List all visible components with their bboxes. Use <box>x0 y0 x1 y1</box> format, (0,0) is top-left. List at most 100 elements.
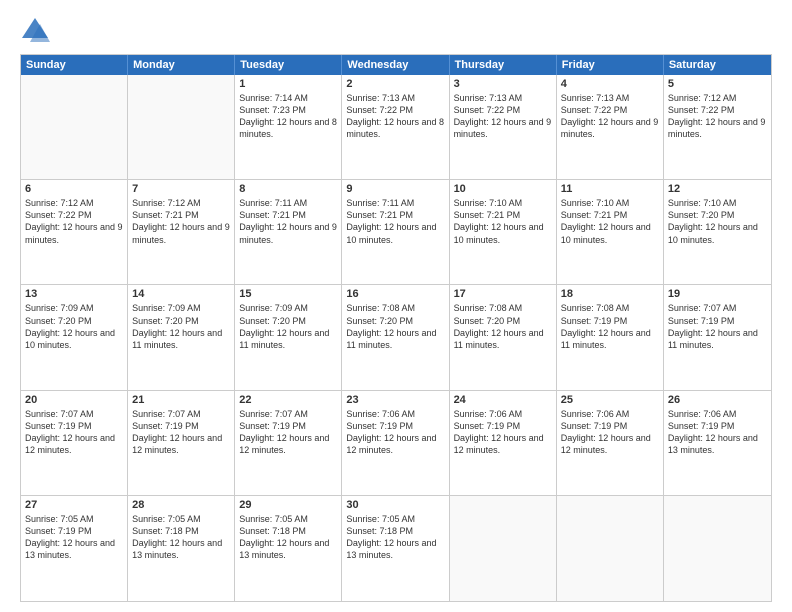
day-number: 11 <box>561 183 659 195</box>
day-number: 14 <box>132 288 230 300</box>
day-number: 4 <box>561 78 659 90</box>
calendar-cell: 5 Sunrise: 7:12 AMSunset: 7:22 PMDayligh… <box>664 75 771 179</box>
day-number: 23 <box>346 394 444 406</box>
day-number: 16 <box>346 288 444 300</box>
calendar-week: 6 Sunrise: 7:12 AMSunset: 7:22 PMDayligh… <box>21 180 771 285</box>
cal-header-day: Tuesday <box>235 55 342 75</box>
day-number: 15 <box>239 288 337 300</box>
calendar-cell: 3 Sunrise: 7:13 AMSunset: 7:22 PMDayligh… <box>450 75 557 179</box>
cell-info: Sunrise: 7:08 AMSunset: 7:20 PMDaylight:… <box>346 302 444 351</box>
cell-info: Sunrise: 7:07 AMSunset: 7:19 PMDaylight:… <box>132 408 230 457</box>
day-number: 20 <box>25 394 123 406</box>
cal-header-day: Sunday <box>21 55 128 75</box>
day-number: 19 <box>668 288 767 300</box>
day-number: 30 <box>346 499 444 511</box>
day-number: 17 <box>454 288 552 300</box>
cell-info: Sunrise: 7:13 AMSunset: 7:22 PMDaylight:… <box>561 92 659 141</box>
calendar-cell <box>21 75 128 179</box>
calendar-cell: 13 Sunrise: 7:09 AMSunset: 7:20 PMDaylig… <box>21 285 128 389</box>
calendar-cell: 2 Sunrise: 7:13 AMSunset: 7:22 PMDayligh… <box>342 75 449 179</box>
cell-info: Sunrise: 7:07 AMSunset: 7:19 PMDaylight:… <box>668 302 767 351</box>
cell-info: Sunrise: 7:09 AMSunset: 7:20 PMDaylight:… <box>25 302 123 351</box>
cell-info: Sunrise: 7:12 AMSunset: 7:22 PMDaylight:… <box>25 197 123 246</box>
day-number: 29 <box>239 499 337 511</box>
day-number: 26 <box>668 394 767 406</box>
day-number: 8 <box>239 183 337 195</box>
calendar-cell: 4 Sunrise: 7:13 AMSunset: 7:22 PMDayligh… <box>557 75 664 179</box>
day-number: 9 <box>346 183 444 195</box>
cell-info: Sunrise: 7:09 AMSunset: 7:20 PMDaylight:… <box>239 302 337 351</box>
cell-info: Sunrise: 7:10 AMSunset: 7:21 PMDaylight:… <box>561 197 659 246</box>
page: SundayMondayTuesdayWednesdayThursdayFrid… <box>0 0 792 612</box>
day-number: 7 <box>132 183 230 195</box>
calendar-week: 20 Sunrise: 7:07 AMSunset: 7:19 PMDaylig… <box>21 391 771 496</box>
cell-info: Sunrise: 7:11 AMSunset: 7:21 PMDaylight:… <box>239 197 337 246</box>
cal-header-day: Friday <box>557 55 664 75</box>
cell-info: Sunrise: 7:13 AMSunset: 7:22 PMDaylight:… <box>346 92 444 141</box>
cell-info: Sunrise: 7:09 AMSunset: 7:20 PMDaylight:… <box>132 302 230 351</box>
cell-info: Sunrise: 7:12 AMSunset: 7:22 PMDaylight:… <box>668 92 767 141</box>
calendar-cell: 11 Sunrise: 7:10 AMSunset: 7:21 PMDaylig… <box>557 180 664 284</box>
header <box>20 16 772 46</box>
cell-info: Sunrise: 7:05 AMSunset: 7:18 PMDaylight:… <box>132 513 230 562</box>
cal-header-day: Saturday <box>664 55 771 75</box>
calendar-cell: 22 Sunrise: 7:07 AMSunset: 7:19 PMDaylig… <box>235 391 342 495</box>
logo <box>20 16 54 46</box>
cell-info: Sunrise: 7:12 AMSunset: 7:21 PMDaylight:… <box>132 197 230 246</box>
calendar-week: 1 Sunrise: 7:14 AMSunset: 7:23 PMDayligh… <box>21 75 771 180</box>
cell-info: Sunrise: 7:07 AMSunset: 7:19 PMDaylight:… <box>239 408 337 457</box>
calendar: SundayMondayTuesdayWednesdayThursdayFrid… <box>20 54 772 602</box>
calendar-week: 13 Sunrise: 7:09 AMSunset: 7:20 PMDaylig… <box>21 285 771 390</box>
cell-info: Sunrise: 7:06 AMSunset: 7:19 PMDaylight:… <box>454 408 552 457</box>
calendar-cell: 26 Sunrise: 7:06 AMSunset: 7:19 PMDaylig… <box>664 391 771 495</box>
cell-info: Sunrise: 7:05 AMSunset: 7:19 PMDaylight:… <box>25 513 123 562</box>
cell-info: Sunrise: 7:14 AMSunset: 7:23 PMDaylight:… <box>239 92 337 141</box>
cell-info: Sunrise: 7:07 AMSunset: 7:19 PMDaylight:… <box>25 408 123 457</box>
calendar-cell: 17 Sunrise: 7:08 AMSunset: 7:20 PMDaylig… <box>450 285 557 389</box>
calendar-cell: 25 Sunrise: 7:06 AMSunset: 7:19 PMDaylig… <box>557 391 664 495</box>
calendar-cell: 12 Sunrise: 7:10 AMSunset: 7:20 PMDaylig… <box>664 180 771 284</box>
logo-icon <box>20 16 50 46</box>
day-number: 1 <box>239 78 337 90</box>
cell-info: Sunrise: 7:05 AMSunset: 7:18 PMDaylight:… <box>239 513 337 562</box>
calendar-cell: 27 Sunrise: 7:05 AMSunset: 7:19 PMDaylig… <box>21 496 128 601</box>
day-number: 28 <box>132 499 230 511</box>
calendar-cell: 23 Sunrise: 7:06 AMSunset: 7:19 PMDaylig… <box>342 391 449 495</box>
calendar-cell: 6 Sunrise: 7:12 AMSunset: 7:22 PMDayligh… <box>21 180 128 284</box>
calendar-cell: 16 Sunrise: 7:08 AMSunset: 7:20 PMDaylig… <box>342 285 449 389</box>
cell-info: Sunrise: 7:08 AMSunset: 7:20 PMDaylight:… <box>454 302 552 351</box>
day-number: 3 <box>454 78 552 90</box>
cell-info: Sunrise: 7:06 AMSunset: 7:19 PMDaylight:… <box>346 408 444 457</box>
day-number: 2 <box>346 78 444 90</box>
calendar-cell: 18 Sunrise: 7:08 AMSunset: 7:19 PMDaylig… <box>557 285 664 389</box>
day-number: 5 <box>668 78 767 90</box>
calendar-cell: 9 Sunrise: 7:11 AMSunset: 7:21 PMDayligh… <box>342 180 449 284</box>
cal-header-day: Monday <box>128 55 235 75</box>
calendar-cell: 21 Sunrise: 7:07 AMSunset: 7:19 PMDaylig… <box>128 391 235 495</box>
day-number: 22 <box>239 394 337 406</box>
cal-header-day: Wednesday <box>342 55 449 75</box>
calendar-cell <box>128 75 235 179</box>
cell-info: Sunrise: 7:05 AMSunset: 7:18 PMDaylight:… <box>346 513 444 562</box>
calendar-cell: 1 Sunrise: 7:14 AMSunset: 7:23 PMDayligh… <box>235 75 342 179</box>
calendar-cell: 30 Sunrise: 7:05 AMSunset: 7:18 PMDaylig… <box>342 496 449 601</box>
cell-info: Sunrise: 7:08 AMSunset: 7:19 PMDaylight:… <box>561 302 659 351</box>
cell-info: Sunrise: 7:13 AMSunset: 7:22 PMDaylight:… <box>454 92 552 141</box>
day-number: 27 <box>25 499 123 511</box>
calendar-cell: 15 Sunrise: 7:09 AMSunset: 7:20 PMDaylig… <box>235 285 342 389</box>
calendar-cell: 8 Sunrise: 7:11 AMSunset: 7:21 PMDayligh… <box>235 180 342 284</box>
cell-info: Sunrise: 7:06 AMSunset: 7:19 PMDaylight:… <box>561 408 659 457</box>
calendar-week: 27 Sunrise: 7:05 AMSunset: 7:19 PMDaylig… <box>21 496 771 601</box>
cell-info: Sunrise: 7:10 AMSunset: 7:21 PMDaylight:… <box>454 197 552 246</box>
day-number: 25 <box>561 394 659 406</box>
calendar-cell: 19 Sunrise: 7:07 AMSunset: 7:19 PMDaylig… <box>664 285 771 389</box>
calendar-cell <box>557 496 664 601</box>
cell-info: Sunrise: 7:10 AMSunset: 7:20 PMDaylight:… <box>668 197 767 246</box>
cell-info: Sunrise: 7:06 AMSunset: 7:19 PMDaylight:… <box>668 408 767 457</box>
day-number: 24 <box>454 394 552 406</box>
day-number: 18 <box>561 288 659 300</box>
calendar-header: SundayMondayTuesdayWednesdayThursdayFrid… <box>21 55 771 75</box>
calendar-cell <box>664 496 771 601</box>
cal-header-day: Thursday <box>450 55 557 75</box>
calendar-cell: 14 Sunrise: 7:09 AMSunset: 7:20 PMDaylig… <box>128 285 235 389</box>
